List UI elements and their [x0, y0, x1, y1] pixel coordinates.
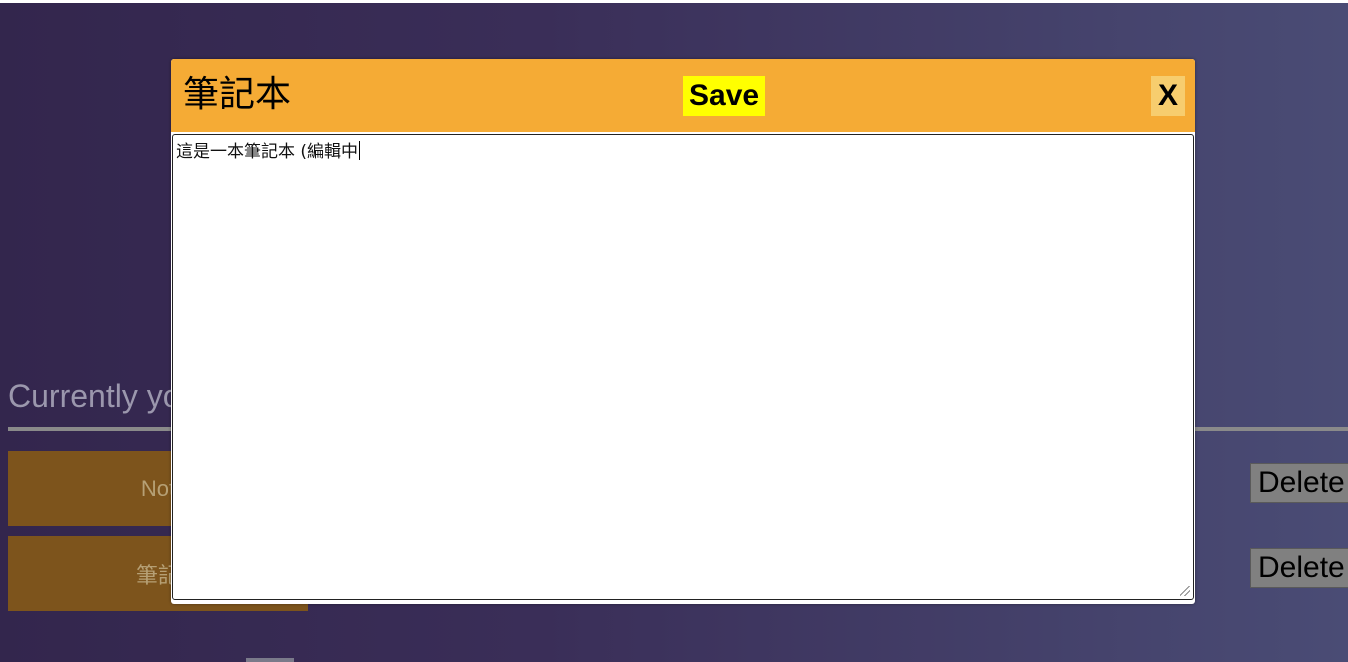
delete-button[interactable]: Delete: [1250, 463, 1348, 503]
note-editor[interactable]: 這是一本筆記本 (編輯中: [172, 134, 1194, 600]
bottom-bar: [246, 658, 294, 662]
modal-title: 筆記本: [183, 74, 292, 115]
notebook-modal: 筆記本 Save X 這是一本筆記本 (編輯中: [171, 59, 1195, 604]
modal-header: 筆記本 Save X: [171, 59, 1195, 132]
text-caret: [359, 141, 361, 160]
note-card-label: Not: [140, 475, 176, 501]
save-button[interactable]: Save: [683, 76, 766, 116]
top-strip: [0, 0, 1348, 3]
close-button[interactable]: X: [1151, 76, 1185, 116]
delete-button[interactable]: Delete: [1250, 548, 1348, 588]
note-content: 這是一本筆記本 (編輯中: [176, 142, 359, 162]
page-heading: Currently yo: [8, 378, 181, 414]
resize-handle-icon[interactable]: [1180, 586, 1190, 596]
